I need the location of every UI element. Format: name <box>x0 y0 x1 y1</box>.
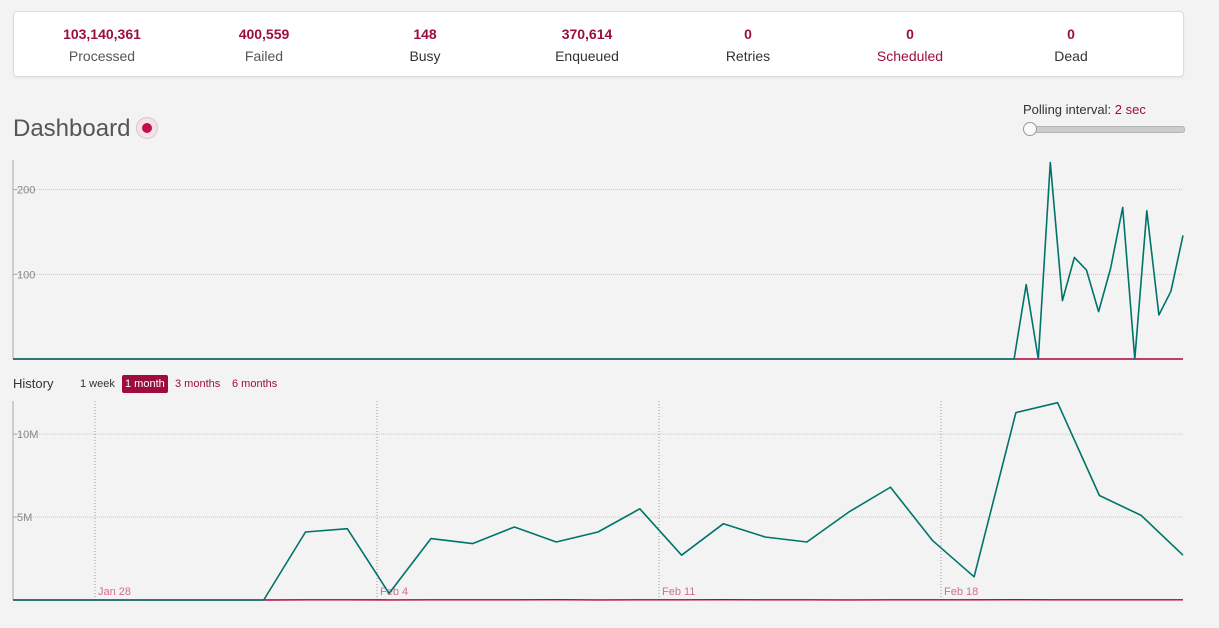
history-chart-svg: 5M10MJan 28 Feb 4 Feb 11 Feb 18 <box>12 401 1184 601</box>
x-tick-label: Feb 11 <box>662 586 695 598</box>
series-line-0 <box>13 401 1184 601</box>
x-tick-label: Feb 18 <box>944 586 978 598</box>
x-tick-label: Jan 28 <box>98 586 131 598</box>
y-tick-label: 10M <box>17 429 38 441</box>
y-tick-label: 5M <box>17 512 32 524</box>
